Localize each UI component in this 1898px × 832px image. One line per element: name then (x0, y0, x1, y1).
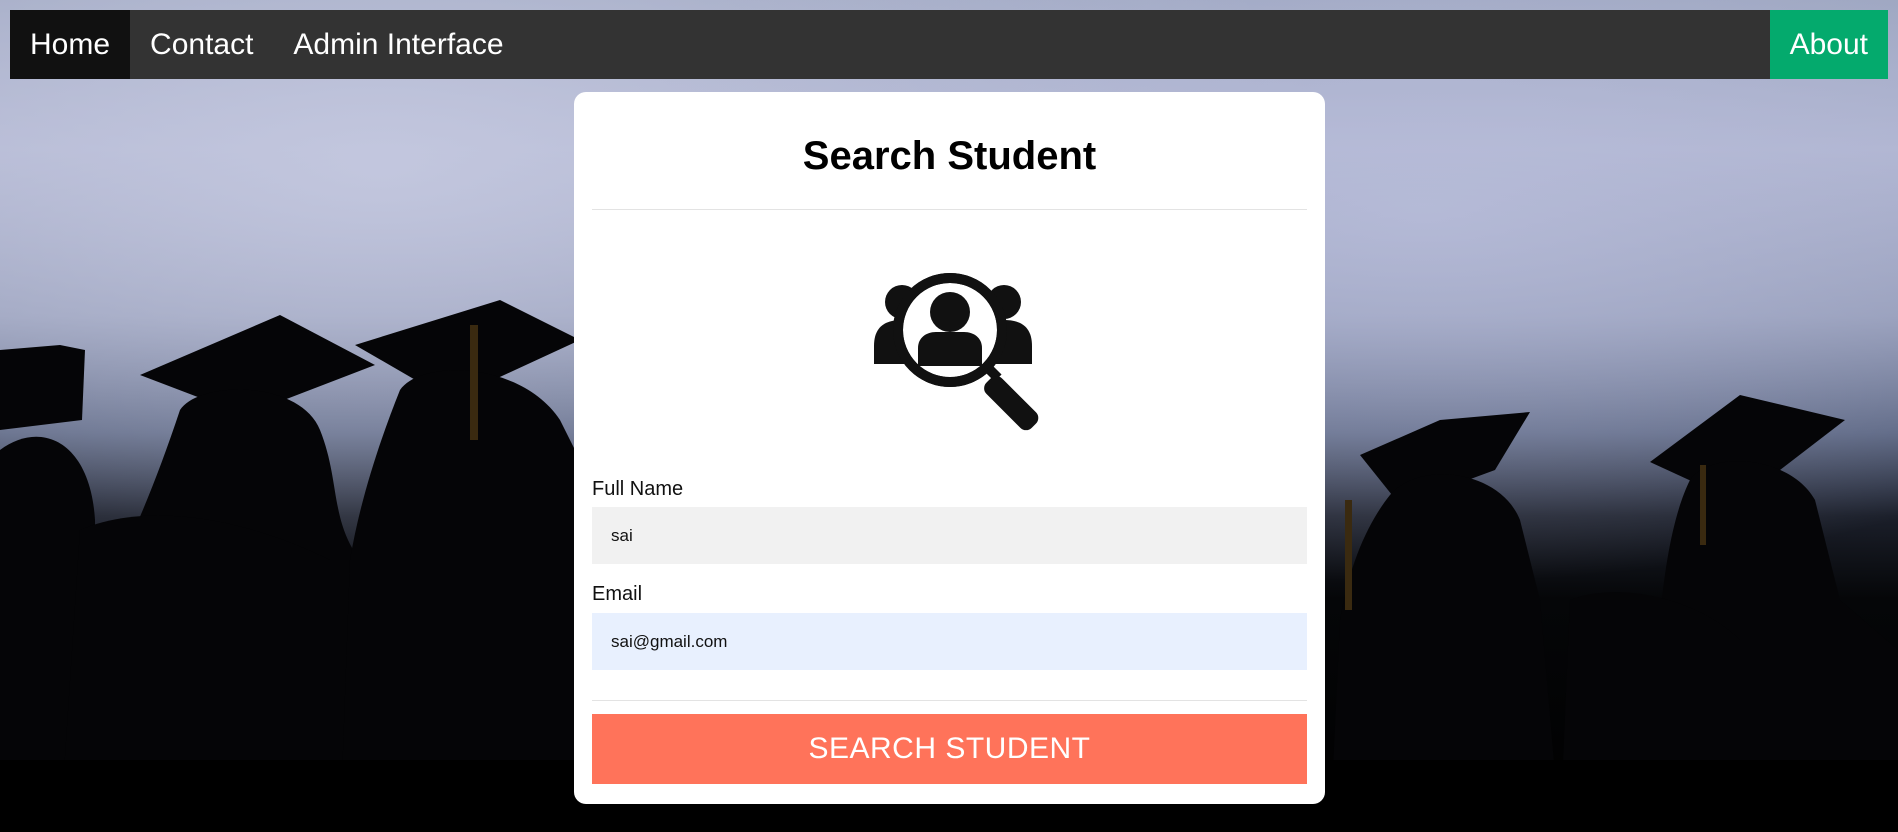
nav-home-link[interactable]: Home (10, 10, 131, 79)
form-divider (592, 700, 1307, 701)
email-input[interactable] (592, 613, 1307, 670)
full-name-input[interactable] (592, 507, 1307, 564)
search-student-icon (852, 262, 1052, 442)
email-label: Email (592, 583, 643, 605)
top-navbar: Home Contact Admin Interface About (10, 10, 1888, 79)
title-divider (592, 209, 1307, 210)
page-title: Search Student (802, 134, 1097, 178)
nav-admin-interface-link[interactable]: Admin Interface (273, 10, 523, 79)
search-student-card: Search Student Full Name E (574, 92, 1325, 804)
nav-about-link[interactable]: About (1769, 10, 1888, 79)
nav-contact-link[interactable]: Contact (130, 10, 273, 79)
full-name-label: Full Name (592, 478, 684, 500)
search-student-button[interactable]: SEARCH STUDENT (592, 714, 1307, 784)
